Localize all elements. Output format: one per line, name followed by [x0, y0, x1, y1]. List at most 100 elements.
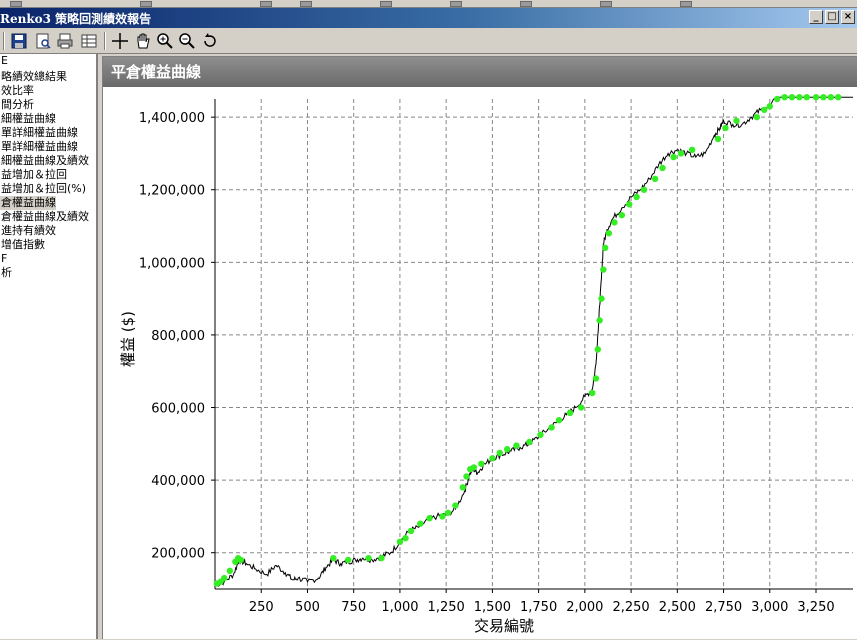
x-tick-label: 750	[341, 600, 366, 615]
tree-item[interactable]: 略績效總結果	[0, 70, 67, 84]
trade-marker	[417, 520, 424, 527]
trade-marker	[221, 574, 228, 582]
x-tick-label: 2,750	[705, 600, 742, 615]
tree-item[interactable]: 單詳細權益曲線	[0, 126, 78, 140]
preview-icon[interactable]	[34, 32, 52, 50]
toolbar-separator	[104, 32, 106, 50]
trade-marker	[592, 375, 600, 382]
trade-marker	[677, 150, 685, 157]
trade-marker	[459, 484, 467, 491]
y-tick-label: 1,400,000	[139, 111, 205, 126]
close-button[interactable]: ×	[841, 10, 855, 24]
trade-marker	[820, 93, 827, 101]
toolbar-fragment-icon	[450, 1, 462, 7]
tree-item[interactable]: 單詳細權益曲線	[0, 140, 78, 154]
trade-marker	[796, 93, 803, 101]
tree-item[interactable]: E	[0, 54, 8, 68]
tree-item[interactable]: 細權益曲線及績效	[0, 154, 89, 168]
y-tick-label: 200,000	[151, 547, 205, 562]
minimize-button[interactable]: _	[809, 10, 823, 24]
trade-marker	[761, 106, 768, 114]
trade-marker	[444, 509, 452, 516]
trade-marker	[548, 424, 555, 431]
x-tick-label: 2,250	[612, 600, 649, 615]
chart-toolbar	[0, 28, 857, 54]
trade-marker	[378, 554, 385, 562]
window-title: Renko3 策略回測績效報告	[0, 12, 152, 26]
trade-marker	[407, 527, 415, 535]
hand-icon[interactable]	[134, 32, 152, 50]
maximize-button[interactable]: □	[825, 10, 839, 24]
trade-marker	[722, 124, 729, 132]
toolbar-separator	[3, 32, 5, 50]
trade-marker	[478, 460, 485, 467]
trade-marker	[237, 556, 245, 564]
tree-item[interactable]: 益增加＆拉回(%)	[0, 182, 86, 196]
trade-marker	[226, 567, 233, 575]
x-tick-label: 1,000	[381, 600, 418, 615]
tree-item[interactable]: 倉權益曲線及績效	[0, 210, 89, 224]
trade-marker	[670, 153, 677, 161]
chart-panel: 平倉權益曲線 250 500 750 1,000 1,250 1,500 1,750 2,00…	[102, 56, 857, 639]
panel-title: 平倉權益曲線	[103, 57, 857, 87]
x-tick-label: 1,500	[474, 600, 511, 615]
trade-marker	[596, 317, 603, 324]
x-tick-label: 500	[295, 600, 320, 615]
trade-marker	[618, 211, 626, 219]
tree-item[interactable]: 細權益曲線	[0, 112, 56, 126]
toolbar-fragment-icon	[140, 1, 152, 7]
trade-marker	[626, 201, 633, 208]
trade-marker	[640, 186, 648, 193]
grid-icon[interactable]	[80, 32, 98, 50]
trade-marker	[788, 93, 796, 101]
x-tick-label: 1,250	[428, 600, 465, 615]
toolbar-fragment-icon	[380, 1, 392, 7]
trade-marker	[766, 103, 773, 110]
zoom-out-icon[interactable]	[178, 32, 196, 50]
x-tick-label: 2,500	[659, 600, 696, 615]
tree-item[interactable]: 增值指數	[0, 238, 45, 252]
trade-marker	[452, 502, 459, 509]
save-icon[interactable]	[10, 32, 28, 50]
report-tree[interactable]: E 略績效總結果 效比率 間分析 細權益曲線 單詳細權益曲線 單詳細權益曲線 細權益曲線及績效…	[0, 54, 98, 639]
trade-marker	[598, 295, 605, 302]
trade-marker	[611, 219, 618, 226]
y-tick-label: 800,000	[151, 329, 205, 344]
tree-item[interactable]: 效比率	[0, 84, 34, 98]
trade-marker	[402, 534, 409, 542]
x-tick-label: 3,250	[797, 600, 834, 615]
print-icon[interactable]	[56, 32, 74, 50]
y-tick-label: 1,000,000	[139, 256, 205, 271]
y-axis-title: 權益 ($)	[119, 311, 137, 367]
trade-marker	[589, 389, 596, 397]
trade-marker	[330, 554, 337, 562]
window-title-bar[interactable]: Renko3 策略回測績效報告 _ □ ×	[0, 8, 857, 28]
y-tick-label: 400,000	[151, 474, 205, 489]
toolbar-fragment-icon	[600, 1, 612, 7]
trade-marker	[659, 164, 666, 172]
tree-item[interactable]: 間分析	[0, 98, 34, 112]
reset-icon[interactable]	[201, 32, 219, 50]
equity-chart: 250 500 750 1,000 1,250 1,500 1,750 2,000 2,250 2…	[119, 93, 853, 635]
tree-item[interactable]: 析	[0, 266, 12, 280]
zoom-in-icon[interactable]	[156, 32, 174, 50]
toolbar-fragment-icon	[10, 1, 22, 7]
trade-marker	[688, 146, 696, 154]
tree-item[interactable]: 倉權益曲線	[0, 196, 56, 210]
toolbar-fragment-icon	[680, 1, 692, 7]
tree-item[interactable]: F	[0, 252, 7, 266]
trade-marker	[470, 464, 478, 471]
trade-marker	[605, 230, 613, 237]
x-tick-label: 1,750	[520, 600, 557, 615]
trade-marker	[365, 554, 372, 562]
trade-marker	[633, 193, 640, 201]
tree-item[interactable]: 進持有績效	[0, 224, 56, 238]
tree-item[interactable]: 益增加＆拉回	[0, 168, 67, 182]
trade-marker	[733, 117, 740, 124]
crosshair-icon[interactable]	[111, 32, 129, 50]
trade-marker	[555, 417, 563, 424]
trade-marker	[526, 438, 533, 446]
trade-marker	[513, 442, 520, 449]
trade-marker	[753, 113, 761, 121]
trade-marker	[426, 515, 433, 522]
